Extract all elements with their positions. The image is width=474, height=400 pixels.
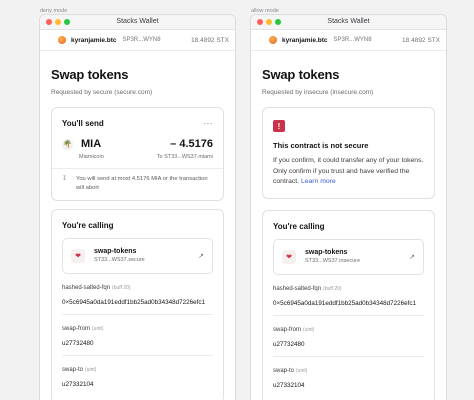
post-condition-text: You will send at most 4.5176 MIA or the … [76,176,208,192]
arg-name: swap-to [273,367,295,374]
arg-value: u27732480 [62,340,213,356]
function-arg: swap-to (uint) u27332104 [52,367,223,396]
function-arg: swap-from (uint) u27732480 [263,327,434,357]
account-bar: kyranjamie.btc SP3R...WYN8 18.4892 STX [251,30,446,51]
warning-icon: ! [273,120,285,132]
account-avatar [269,36,277,44]
account-balance: 18.4892 STX [191,36,229,44]
contract-icon: ❤ [282,249,296,264]
account-bar: kyranjamie.btc SP3R...WYN8 18.4892 STX [40,30,235,51]
contract-link[interactable]: ❤ swap-tokens ST33...WS37.secure ↗ [62,237,213,274]
wallet-window-allow: Stacks Wallet kyranjamie.btc SP3R...WYN8… [251,15,446,400]
arg-type: (uint) [85,366,97,373]
page-title: Swap tokens [51,67,129,82]
window-title: Stacks Wallet [327,18,370,25]
arg-value: 0×5c6945a0da191eddf1bb25ad0b34348d7226ef… [273,300,424,316]
arg-type: (buff 20) [323,285,342,292]
arg-type: (buff 20) [112,284,131,291]
contract-icon: ❤ [71,248,85,263]
arg-name: hashed-salted-fqn [273,285,322,292]
arg-value: u27332104 [62,380,94,388]
send-amount: – 4.5176 [170,138,213,150]
requested-by: Requested by insecure (insecure.com) [262,89,374,96]
alert-title: This contract is not secure [273,141,369,150]
token-name: Miamicoin [79,154,104,160]
function-arg: swap-from (uint) u27732480 [52,326,223,356]
function-arg: hashed-salted-fqn (buff 20) 0×5c6945a0da1… [263,286,434,316]
requested-by: Requested by secure (secure.com) [51,89,153,96]
function-arg: swap-to (uint) u27332104 [263,368,434,397]
titlebar: Stacks Wallet [40,15,235,30]
arg-type: (uint) [92,325,104,332]
send-card: You'll send ··· 🌴 MIA – 4.5176 Miamicoin… [51,107,224,201]
account-balance: 18.4892 STX [402,36,440,44]
function-arg: hashed-salted-fqn (buff 20) 0×5c6945a0da1… [52,285,223,315]
contract-id: ST33...WS37.secure [94,257,145,264]
contract-name: swap-tokens [94,248,137,256]
arg-name: swap-from [273,326,302,333]
contract-id: ST33...WS37.insecure [305,258,361,265]
contract-name: swap-tokens [305,249,348,257]
arg-value: u27332104 [273,381,305,389]
arg-value: 0×5c6945a0da191eddf1bb25ad0b34348d7226ef… [62,299,213,315]
arg-name: hashed-salted-fqn [62,284,111,291]
miamicoin-icon: 🌴 [62,138,73,150]
arrow-down-icon: ↧ [62,176,67,182]
more-options-icon[interactable]: ··· [204,119,214,127]
page-title: Swap tokens [262,67,340,82]
security-alert: ! This contract is not secure If you con… [262,107,435,199]
post-condition-note: ↧ You will send at most 4.5176 MIA or th… [52,168,223,200]
wallet-window-deny: Stacks Wallet kyranjamie.btc SP3R...WYN8… [40,15,235,400]
account-name: kyranjamie.btc [71,36,117,44]
external-link-icon[interactable]: ↗ [409,253,415,261]
recipient: To ST33...WS37.miami [156,154,213,160]
calling-card: You're calling ❤ swap-tokens ST33...WS37… [262,209,435,400]
arg-type: (uint) [303,326,315,333]
mode-label: allow mode [251,8,279,14]
account-name: kyranjamie.btc [282,36,328,44]
send-label: You'll send [62,119,104,128]
arg-name: swap-from [62,325,91,332]
external-link-icon[interactable]: ↗ [198,252,204,260]
calling-card: You're calling ❤ swap-tokens ST33...WS37… [51,208,224,400]
mode-label: deny mode [40,8,68,14]
alert-text: If you confirm, it could transfer any of… [273,157,424,186]
arg-type: (uint) [296,367,308,374]
calling-label: You're calling [62,220,114,230]
account-address: SP3R...WYN8 [333,37,372,43]
token-symbol: MIA [81,138,102,150]
account-address: SP3R...WYN8 [122,37,161,43]
alert-body: If you confirm, it could transfer any of… [273,156,424,188]
arg-name: swap-to [62,366,84,373]
window-title: Stacks Wallet [116,18,159,25]
titlebar: Stacks Wallet [251,15,446,30]
calling-label: You're calling [273,221,325,231]
learn-more-link[interactable]: Learn more [301,178,336,185]
contract-link[interactable]: ❤ swap-tokens ST33...WS37.insecure ↗ [273,238,424,275]
account-avatar [58,36,66,44]
arg-value: u27732480 [273,341,424,357]
